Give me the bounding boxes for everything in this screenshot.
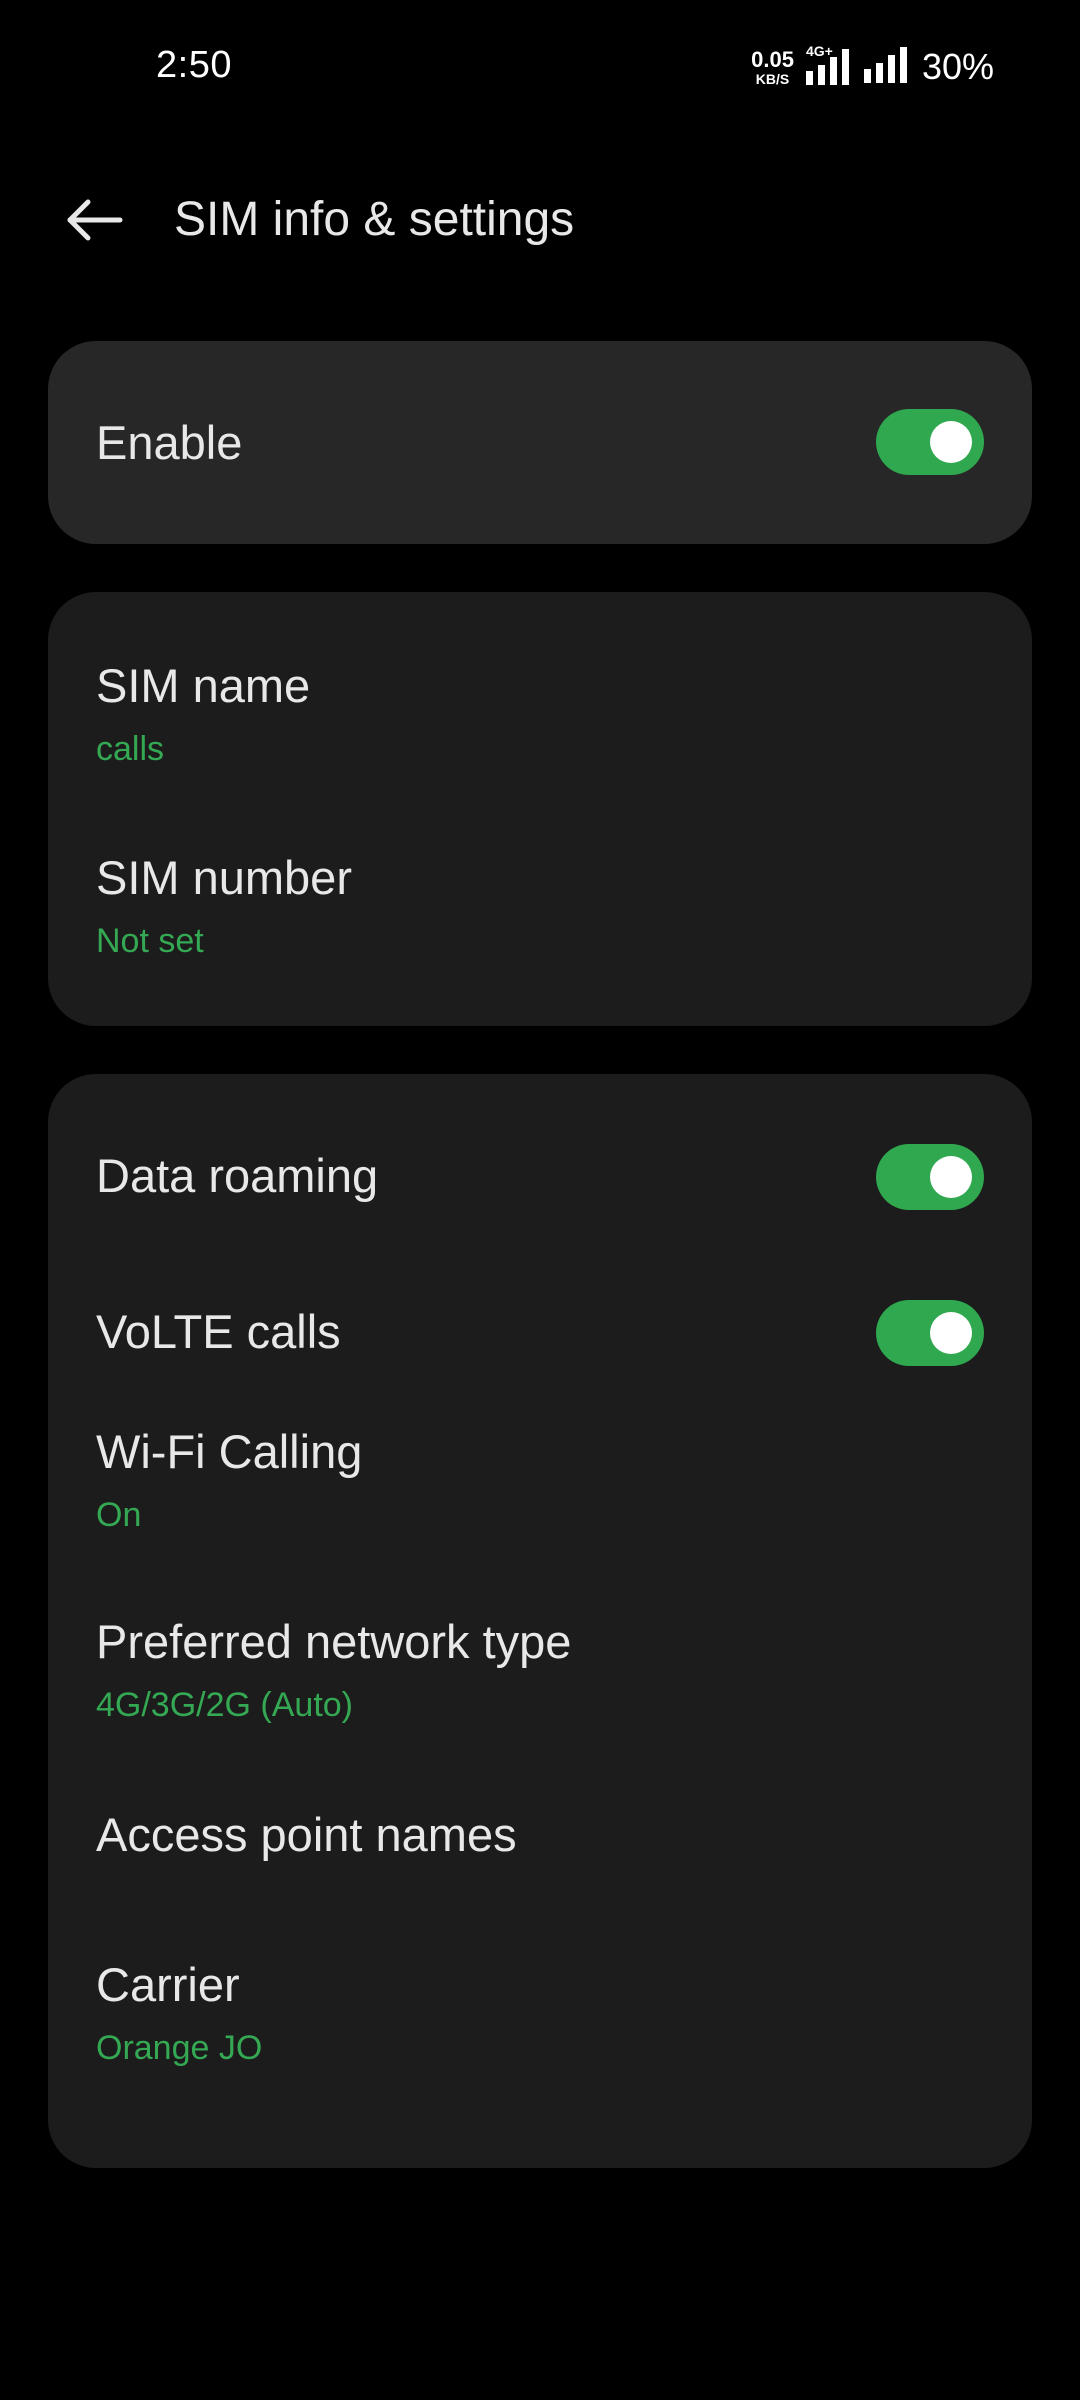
toggle-knob	[930, 1156, 972, 1198]
signal-sim2-icon	[863, 46, 910, 88]
carrier-value: Orange JO	[96, 2029, 263, 2067]
app-header: SIM info & settings	[0, 170, 1080, 270]
network-speed: 0.05 KB/S	[751, 46, 794, 87]
network-type-label: 4G+	[805, 43, 833, 59]
sim-name-row[interactable]: SIM name calls	[48, 592, 1032, 784]
wifi-calling-value: On	[96, 1496, 142, 1534]
volte-calls-label: VoLTE calls	[96, 1305, 341, 1358]
volte-calls-toggle[interactable]	[876, 1300, 984, 1366]
network-speed-unit: KB/S	[755, 70, 790, 87]
wifi-calling-label: Wi-Fi Calling	[96, 1425, 363, 1478]
preferred-network-type-label: Preferred network type	[96, 1615, 572, 1668]
status-time: 2:50	[156, 44, 232, 86]
access-point-names-row[interactable]: Access point names	[48, 1757, 1032, 1907]
preferred-network-type-value: 4G/3G/2G (Auto)	[96, 1686, 353, 1724]
data-roaming-toggle[interactable]	[876, 1144, 984, 1210]
access-point-names-label: Access point names	[96, 1808, 517, 1861]
status-bar: 2:50 0.05 KB/S 4G+ 30%	[0, 0, 1080, 140]
sim-number-label: SIM number	[96, 851, 352, 904]
toggle-knob	[930, 1312, 972, 1354]
battery-level: 30%	[921, 46, 994, 87]
sim-details-card: SIM name calls SIM number Not set	[48, 592, 1032, 1026]
sim-number-value: Not set	[96, 922, 204, 960]
network-settings-card: Data roaming VoLTE calls Wi-Fi Calling O…	[48, 1074, 1032, 2168]
carrier-label: Carrier	[96, 1958, 240, 2011]
data-roaming-label: Data roaming	[96, 1149, 379, 1202]
sim-name-value: calls	[96, 730, 165, 768]
status-icons: 0.05 KB/S 4G+ 30%	[751, 43, 994, 90]
signal-sim1-icon: 4G+	[805, 43, 852, 85]
preferred-network-type-row[interactable]: Preferred network type 4G/3G/2G (Auto)	[48, 1564, 1032, 1757]
enable-label: Enable	[96, 416, 243, 469]
enable-toggle[interactable]	[876, 409, 984, 475]
carrier-row[interactable]: Carrier Orange JO	[48, 1907, 1032, 2107]
arrow-left-icon	[67, 199, 123, 241]
volte-calls-row[interactable]: VoLTE calls	[48, 1234, 1032, 1374]
wifi-calling-row[interactable]: Wi-Fi Calling On	[48, 1374, 1032, 1564]
enable-card[interactable]: Enable	[48, 341, 1032, 544]
network-speed-value: 0.05	[751, 46, 794, 72]
sim-name-label: SIM name	[96, 659, 311, 712]
back-button[interactable]	[56, 188, 132, 252]
sim-number-row[interactable]: SIM number Not set	[48, 784, 1032, 984]
data-roaming-row[interactable]: Data roaming	[48, 1074, 1032, 1234]
toggle-knob	[930, 421, 972, 463]
page-title: SIM info & settings	[174, 193, 575, 246]
